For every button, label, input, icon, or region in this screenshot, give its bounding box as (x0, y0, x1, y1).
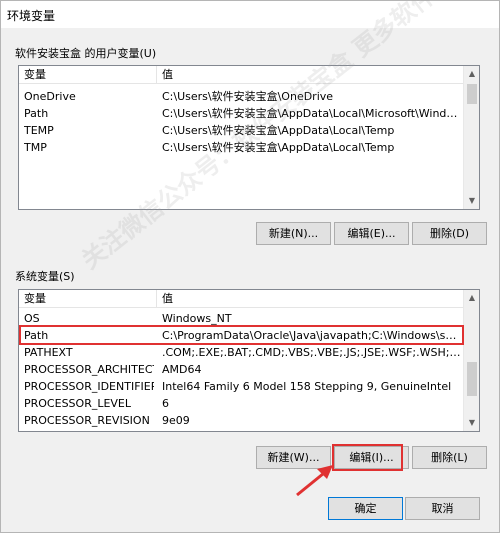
variable-name: OS (24, 312, 40, 325)
column-separator[interactable] (156, 66, 157, 84)
window-title: 环境变量 (7, 9, 56, 23)
variable-name: PROCESSOR_ARCHITECT... (24, 363, 154, 376)
list-item[interactable]: PROCESSOR_REVISION 9e09 (19, 412, 463, 429)
variable-value: 6 (162, 397, 169, 410)
variable-value: C:\ProgramData\Oracle\Java\javapath;C:\W… (162, 329, 461, 342)
user-variables-label: 软件安装宝盒 的用户变量(U) (15, 47, 157, 60)
variable-name: PATHEXT (24, 346, 73, 359)
variable-name: Path (24, 107, 49, 120)
red-arrow-icon (296, 465, 333, 497)
variable-value: AMD64 (162, 363, 202, 376)
list-item[interactable]: OneDrive C:\Users\软件安装宝盒\OneDrive (19, 88, 463, 105)
variable-value: C:\Users\软件安装宝盒\AppData\Local\Temp (162, 124, 395, 137)
ok-button[interactable]: 确定 (328, 497, 403, 520)
user-new-button[interactable]: 新建(N)... (256, 222, 331, 245)
system-edit-button[interactable]: 编辑(I)... (334, 446, 409, 469)
environment-variables-dialog: 环境变量 软件安装宝盒 的用户变量(U) 变量 值 OneDrive C:\Us… (0, 0, 500, 533)
list-item[interactable]: PROCESSOR_ARCHITECT... AMD64 (19, 361, 463, 378)
list-item[interactable]: PATHEXT .COM;.EXE;.BAT;.CMD;.VBS;.VBE;.J… (19, 344, 463, 361)
scrollbar-thumb[interactable] (467, 362, 477, 396)
system-variables-list[interactable]: 变量 值 OS Windows_NT Path C:\ProgramData\O… (18, 289, 480, 432)
variable-name: PROCESSOR_IDENTIFIER (24, 380, 154, 393)
list-item-path-selected[interactable]: Path C:\ProgramData\Oracle\Java\javapath… (19, 327, 463, 344)
scroll-down-icon[interactable]: ▼ (464, 415, 479, 431)
vertical-scrollbar[interactable]: ▲ ▼ (463, 290, 479, 431)
vertical-scrollbar[interactable]: ▲ ▼ (463, 66, 479, 209)
list-item[interactable]: TEMP C:\Users\软件安装宝盒\AppData\Local\Temp (19, 122, 463, 139)
column-header-value[interactable]: 值 (162, 68, 173, 82)
user-variables-list[interactable]: 变量 值 OneDrive C:\Users\软件安装宝盒\OneDrive P… (18, 65, 480, 210)
list-item[interactable]: OS Windows_NT (19, 310, 463, 327)
variable-name: PROCESSOR_LEVEL (24, 397, 132, 410)
scroll-down-icon[interactable]: ▼ (464, 193, 479, 209)
scroll-up-icon[interactable]: ▲ (464, 290, 479, 306)
column-header-value[interactable]: 值 (162, 292, 173, 306)
scrollbar-thumb[interactable] (467, 84, 477, 104)
scroll-up-icon[interactable]: ▲ (464, 66, 479, 82)
variable-value: C:\Users\软件安装宝盒\AppData\Local\Temp (162, 141, 395, 154)
system-variables-label: 系统变量(S) (15, 270, 75, 283)
variable-value: .COM;.EXE;.BAT;.CMD;.VBS;.VBE;.JS;.JSE;.… (162, 346, 461, 359)
list-item[interactable]: TMP C:\Users\软件安装宝盒\AppData\Local\Temp (19, 139, 463, 156)
list-item[interactable]: Path C:\Users\软件安装宝盒\AppData\Local\Micro… (19, 105, 463, 122)
column-header-variable[interactable]: 变量 (24, 68, 46, 82)
list-item[interactable]: PROCESSOR_LEVEL 6 (19, 395, 463, 412)
user-list-header: 变量 值 (19, 66, 463, 84)
variable-name: TEMP (24, 124, 54, 137)
cancel-button[interactable]: 取消 (405, 497, 480, 520)
system-list-header: 变量 值 (19, 290, 463, 308)
user-edit-button[interactable]: 编辑(E)... (334, 222, 409, 245)
list-item[interactable]: PROCESSOR_IDENTIFIER Intel64 Family 6 Mo… (19, 378, 463, 395)
variable-value: 9e09 (162, 414, 190, 427)
column-separator[interactable] (156, 290, 157, 308)
variable-name: OneDrive (24, 90, 76, 103)
variable-name: TMP (24, 141, 47, 154)
variable-value: C:\Users\软件安装宝盒\AppData\Local\Microsoft\… (162, 107, 461, 120)
title-bar[interactable]: 环境变量 (1, 1, 499, 29)
variable-name: PROCESSOR_REVISION (24, 414, 150, 427)
variable-value: Windows_NT (162, 312, 232, 325)
system-delete-button[interactable]: 删除(L) (412, 446, 487, 469)
variable-value: Intel64 Family 6 Model 158 Stepping 9, G… (162, 380, 452, 393)
variable-value: C:\Users\软件安装宝盒\OneDrive (162, 90, 334, 103)
user-delete-button[interactable]: 删除(D) (412, 222, 487, 245)
variable-name: Path (24, 329, 49, 342)
column-header-variable[interactable]: 变量 (24, 292, 46, 306)
